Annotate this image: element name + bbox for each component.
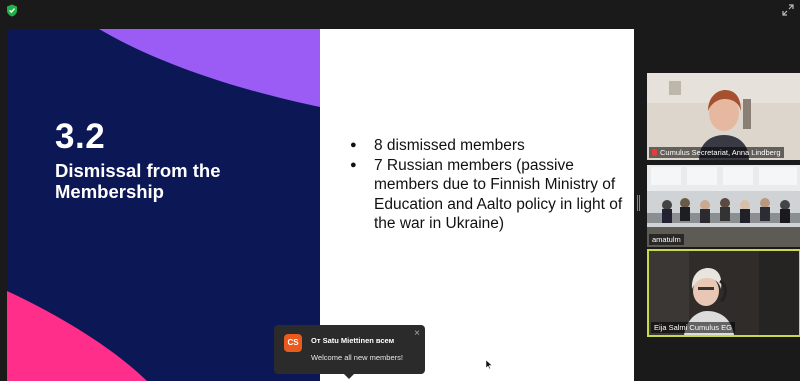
participant-video-tile[interactable]: Cumulus Secretariat, Anna Lindberg: [647, 73, 800, 160]
shield-check-icon[interactable]: [6, 4, 18, 17]
avatar: CS: [284, 334, 302, 352]
participant-video-tile[interactable]: amatulm: [647, 165, 800, 247]
participant-name: Cumulus Secretariat, Anna Lindberg: [649, 147, 784, 158]
expand-icon[interactable]: [782, 4, 794, 16]
slide-title: Dismissal from the Membership: [55, 160, 221, 202]
chat-message: Welcome all new members!: [311, 353, 403, 362]
bullet-item: 8 dismissed members: [348, 136, 628, 156]
slide-number: 3.2: [55, 117, 106, 156]
bullet-item: 7 Russian members (passive members due t…: [348, 156, 628, 234]
bullet-list: 8 dismissed members 7 Russian members (p…: [348, 136, 628, 234]
resize-handle[interactable]: [637, 195, 640, 211]
chat-sender: От Satu Miettinen всем: [311, 336, 395, 345]
participant-name: amatulm: [649, 234, 684, 245]
meeting-window: 3.2 Dismissal from the Membership 8 dism…: [0, 0, 800, 381]
mouse-cursor-icon: [486, 360, 492, 369]
mic-muted-icon: [652, 149, 657, 156]
participant-video-tile-active[interactable]: Eija Salmi Cumulus EG: [647, 249, 800, 337]
chat-notification[interactable]: CS От Satu Miettinen всем Welcome all ne…: [274, 325, 425, 379]
participant-name: Eija Salmi Cumulus EG: [651, 322, 735, 333]
close-icon[interactable]: ×: [414, 328, 420, 339]
